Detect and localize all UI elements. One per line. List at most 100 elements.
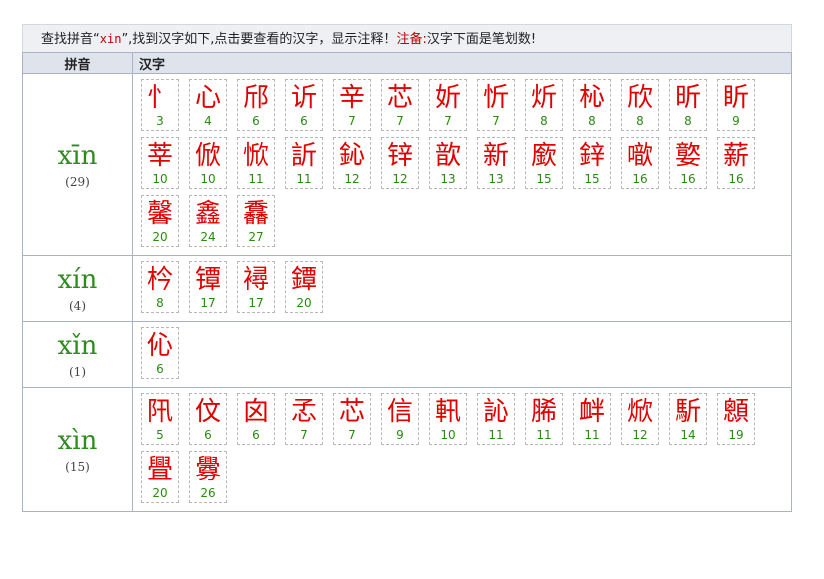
hanzi-char: 薪 — [722, 141, 749, 171]
table-header-row: 拼音 汉字 — [22, 52, 792, 74]
hanzi-link[interactable]: 辛7 — [333, 79, 371, 131]
hanzi-link[interactable]: 䜣6 — [285, 79, 323, 131]
hanzi-link[interactable]: 顖 19 — [717, 393, 755, 445]
hanzi-char: 镡 — [194, 265, 221, 295]
stroke-count: 12 — [392, 172, 408, 186]
result-table: 拼音 汉字 xīn (29) 忄 3 心 4 邤 6 䜣 6 辛 7 芯 7 妡 7 忻 7 炘 8 杺 8 欣 8 昕 8 盺 9 莘… — [22, 52, 792, 512]
char-count: (4) — [69, 298, 86, 313]
stroke-count: 9 — [732, 114, 740, 128]
hanzi-link[interactable]: 薪 16 — [717, 137, 755, 189]
pinyin-group-row: xìn (15) 阠 5 伩 6 囟 6 孞 7 芯 7 信 9 軐 10 訫 11 脪 11 衅 11 焮 12 馸 14 顖 19… — [22, 387, 792, 512]
hanzi-link[interactable]: 噷 16 — [621, 137, 659, 189]
stroke-count: 11 — [488, 428, 504, 442]
hanzi-link[interactable]: 欣8 — [621, 79, 659, 131]
hanzi-link[interactable]: 芯7 — [381, 79, 419, 131]
hanzi-char: 忻 — [482, 83, 509, 113]
hanzi-char: 釁 — [194, 455, 221, 485]
hanzi-link[interactable]: 馸 14 — [669, 393, 707, 445]
hanzi-link[interactable]: 馫 27 — [237, 195, 275, 247]
stroke-count: 10 — [200, 172, 216, 186]
hanzi-link[interactable]: 襑 17 — [237, 261, 275, 313]
hanzi-link[interactable]: 锌 12 — [381, 137, 419, 189]
hanzi-char: 伈 — [146, 331, 173, 361]
hanzi-link[interactable]: 釁 26 — [189, 451, 227, 503]
hanzi-char: 阠 — [146, 397, 173, 427]
hanzi-char: 顖 — [722, 397, 749, 427]
hanzi-link[interactable]: 焮 12 — [621, 393, 659, 445]
stroke-count: 11 — [536, 428, 552, 442]
hanzi-link[interactable]: 鋅 15 — [573, 137, 611, 189]
notice-suffix: 汉字下面是笔划数! — [426, 32, 537, 47]
stroke-count: 19 — [728, 428, 744, 442]
hanzi-char: 惞 — [242, 141, 269, 171]
hanzi-link[interactable]: 舋 20 — [141, 451, 179, 503]
hanzi-link[interactable]: 囟6 — [237, 393, 275, 445]
stroke-count: 14 — [680, 428, 696, 442]
hanzi-char: 嬜 — [674, 141, 701, 171]
hanzi-link[interactable]: 杺8 — [573, 79, 611, 131]
stroke-count: 7 — [300, 428, 308, 442]
hanzi-link[interactable]: 妡7 — [429, 79, 467, 131]
stroke-count: 13 — [488, 172, 504, 186]
hanzi-link[interactable]: 新 13 — [477, 137, 515, 189]
stroke-count: 7 — [444, 114, 452, 128]
hanzi-char: 馫 — [242, 199, 269, 229]
hanzi-char: 訫 — [482, 397, 509, 427]
hanzi-link[interactable]: 鐔 20 — [285, 261, 323, 313]
hanzi-link[interactable]: 莘 10 — [141, 137, 179, 189]
hanzi-link[interactable]: 芯7 — [333, 393, 371, 445]
stroke-count: 5 — [156, 428, 164, 442]
pinyin-cell: xǐn (1) — [22, 321, 133, 388]
hanzi-link[interactable]: 嬜 16 — [669, 137, 707, 189]
pinyin-label: xǐn — [57, 330, 98, 361]
hanzi-link[interactable]: 镡 17 — [189, 261, 227, 313]
hanzi-link[interactable]: 昕8 — [669, 79, 707, 131]
hanzi-link[interactable]: 忻7 — [477, 79, 515, 131]
stroke-count: 17 — [200, 296, 216, 310]
hanzi-char: 馨 — [146, 199, 173, 229]
hanzi-char: 欣 — [626, 83, 653, 113]
hanzi-link[interactable]: 軐 10 — [429, 393, 467, 445]
stroke-count: 7 — [396, 114, 404, 128]
hanzi-link[interactable]: 訫 11 — [477, 393, 515, 445]
hanzi-char: 莘 — [146, 141, 173, 171]
hanzi-link[interactable]: 脪 11 — [525, 393, 563, 445]
hanzi-link[interactable]: 馨 20 — [141, 195, 179, 247]
hanzi-link[interactable]: 伈6 — [141, 327, 179, 379]
hanzi-link[interactable]: 盺9 — [717, 79, 755, 131]
hanzi-link[interactable]: 鈊 12 — [333, 137, 371, 189]
stroke-count: 15 — [536, 172, 552, 186]
char-count: (15) — [65, 459, 90, 474]
hanzi-link[interactable]: 歆 13 — [429, 137, 467, 189]
hanzi-link[interactable]: 心4 — [189, 79, 227, 131]
hanzi-link[interactable]: 忄3 — [141, 79, 179, 131]
hanzi-link[interactable]: 阠5 — [141, 393, 179, 445]
hanzi-char: 鑫 — [194, 199, 221, 229]
hanzi-link[interactable]: 信9 — [381, 393, 419, 445]
hanzi-char: 妡 — [434, 83, 461, 113]
stroke-count: 10 — [440, 428, 456, 442]
stroke-count: 20 — [152, 486, 168, 500]
stroke-count: 11 — [248, 172, 264, 186]
hanzi-link[interactable]: 衅 11 — [573, 393, 611, 445]
stroke-count: 26 — [200, 486, 216, 500]
hanzi-link[interactable]: 伩6 — [189, 393, 227, 445]
hanzi-link[interactable]: 廞 15 — [525, 137, 563, 189]
hanzi-link[interactable]: 炘8 — [525, 79, 563, 131]
hanzi-char: 昕 — [674, 83, 701, 113]
hanzi-link[interactable]: 訢 11 — [285, 137, 323, 189]
stroke-count: 16 — [680, 172, 696, 186]
hanzi-link[interactable]: 枔8 — [141, 261, 179, 313]
hanzi-char: 孞 — [290, 397, 317, 427]
notice-middle: ”,找到汉字如下,点击要查看的汉字，显示注释！ — [121, 32, 397, 47]
hanzi-link[interactable]: 鑫 24 — [189, 195, 227, 247]
hanzi-link[interactable]: 孞7 — [285, 393, 323, 445]
stroke-count: 8 — [588, 114, 596, 128]
pinyin-group-row: xīn (29) 忄 3 心 4 邤 6 䜣 6 辛 7 芯 7 妡 7 忻 7 炘 8 杺 8 欣 8 昕 8 盺 9 莘 10 俽 10 惞… — [22, 73, 792, 256]
stroke-count: 8 — [156, 296, 164, 310]
hanzi-link[interactable]: 惞 11 — [237, 137, 275, 189]
hanzi-link[interactable]: 邤6 — [237, 79, 275, 131]
hanzi-link[interactable]: 俽 10 — [189, 137, 227, 189]
hanzi-char: 杺 — [578, 83, 605, 113]
search-keyword: xin — [99, 32, 122, 46]
